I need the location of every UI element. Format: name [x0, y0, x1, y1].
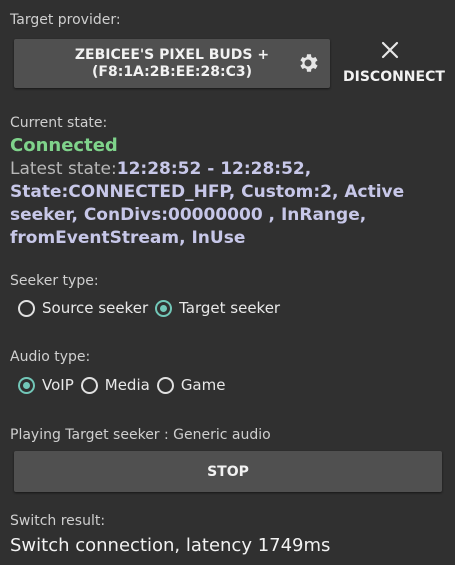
game-label: Game — [180, 376, 226, 394]
seeker-source-option[interactable]: Source seeker — [18, 299, 148, 317]
playing-status-text: Playing Target seeker : Generic audio — [10, 427, 271, 443]
audio-type-group: VoIP Media Game — [18, 376, 232, 394]
audio-type-label: Audio type: — [10, 349, 91, 365]
switch-result-value: Switch connection, latency 1749ms — [10, 535, 331, 556]
latest-state-text: Latest state:12:28:52 - 12:28:52, State:… — [10, 158, 450, 250]
connection-status: Connected — [10, 135, 118, 156]
target-seeker-label: Target seeker — [179, 299, 281, 317]
close-icon[interactable] — [379, 39, 401, 61]
radio-voip[interactable] — [18, 376, 35, 394]
seeker-target-option[interactable]: Target seeker — [155, 299, 280, 317]
device-name: ZEBICEE'S PIXEL BUDS + (F8:1A:2B:EE:28:C… — [74, 46, 270, 80]
source-seeker-label: Source seeker — [42, 299, 149, 317]
audio-media-option[interactable]: Media — [80, 376, 150, 394]
seeker-type-label: Seeker type: — [10, 273, 99, 289]
radio-target-seeker[interactable] — [155, 299, 173, 317]
target-provider-button[interactable]: ZEBICEE'S PIXEL BUDS + (F8:1A:2B:EE:28:C… — [14, 39, 330, 88]
audio-voip-option[interactable]: VoIP — [18, 376, 74, 394]
disconnect-button[interactable]: DISCONNECT — [343, 69, 445, 85]
voip-label: VoIP — [42, 376, 74, 394]
audio-game-option[interactable]: Game — [156, 376, 226, 394]
radio-source-seeker[interactable] — [18, 299, 35, 317]
media-label: Media — [104, 376, 150, 394]
current-state-label: Current state: — [10, 115, 108, 131]
gear-icon[interactable] — [296, 51, 320, 75]
radio-game[interactable] — [156, 376, 174, 394]
switch-result-label: Switch result: — [10, 513, 106, 529]
latest-state-prefix: Latest state: — [10, 159, 117, 179]
radio-media[interactable] — [80, 376, 98, 394]
target-provider-label: Target provider: — [10, 12, 121, 28]
seeker-type-group: Source seeker Target seeker — [18, 299, 287, 317]
stop-button[interactable]: STOP — [14, 451, 442, 492]
